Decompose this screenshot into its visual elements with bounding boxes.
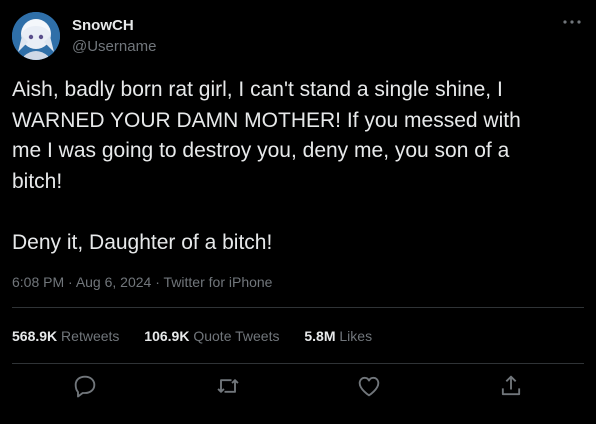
likes-label: Likes bbox=[339, 328, 373, 344]
reply-icon[interactable] bbox=[71, 372, 99, 400]
likes-stat[interactable]: 5.8M Likes bbox=[304, 327, 372, 345]
author-names: SnowCH @Username bbox=[72, 17, 156, 56]
likes-count: 5.8M bbox=[304, 328, 336, 344]
share-icon[interactable] bbox=[497, 372, 525, 400]
action-bar bbox=[0, 372, 596, 402]
avatar[interactable] bbox=[12, 12, 60, 60]
divider bbox=[12, 363, 584, 364]
tweet-time[interactable]: 6:08 PM bbox=[12, 274, 64, 290]
tweet-meta: 6:08 PM · Aug 6, 2024 · Twitter for iPho… bbox=[12, 273, 272, 291]
divider bbox=[12, 307, 584, 308]
meta-separator: · bbox=[155, 274, 164, 290]
retweets-label: Retweets bbox=[61, 328, 120, 344]
quote-tweets-stat[interactable]: 106.9K Quote Tweets bbox=[144, 327, 279, 345]
meta-separator: · bbox=[68, 274, 76, 290]
retweet-icon[interactable] bbox=[214, 372, 242, 400]
more-icon[interactable] bbox=[560, 14, 584, 30]
tweet-header: SnowCH @Username bbox=[12, 12, 584, 60]
quote-tweets-count: 106.9K bbox=[144, 328, 190, 344]
display-name[interactable]: SnowCH bbox=[72, 17, 156, 35]
like-icon[interactable] bbox=[355, 372, 383, 400]
retweets-count: 568.9K bbox=[12, 328, 58, 344]
retweets-stat[interactable]: 568.9K Retweets bbox=[12, 327, 119, 345]
tweet-source[interactable]: Twitter for iPhone bbox=[164, 274, 273, 290]
tweet-text: Aish, badly born rat girl, I can't stand… bbox=[12, 78, 521, 254]
quote-tweets-label: Quote Tweets bbox=[193, 328, 280, 344]
engagement-stats: 568.9K Retweets 106.9K Quote Tweets 5.8M… bbox=[12, 327, 393, 345]
username-handle[interactable]: @Username bbox=[72, 38, 156, 56]
tweet-date[interactable]: Aug 6, 2024 bbox=[76, 274, 152, 290]
